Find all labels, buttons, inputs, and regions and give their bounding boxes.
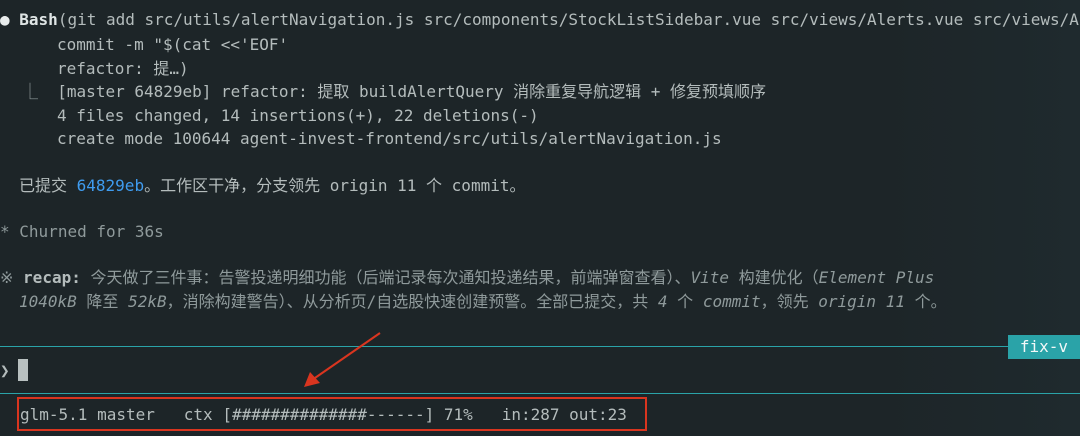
recap-line-2: 1040kB 降至 52kB，消除构建警告）、从分析页/自选股快速创建预警。全部…	[19, 290, 947, 314]
result-text-1: [master 64829eb] refactor: 提取 buildAlert…	[57, 82, 767, 101]
cmd-line-2: refactor: 提…)	[57, 59, 189, 78]
result-line-3: create mode 100644 agent-invest-frontend…	[57, 129, 722, 148]
recap-text-2f: 个	[667, 292, 703, 311]
recap-text-2h: ，领先	[760, 292, 819, 311]
recap-commit-count: 4	[657, 292, 668, 311]
cmd-line-1: commit -m "$(cat <<'EOF'	[57, 35, 289, 54]
committed-suffix: 。工作区干净，分支领先 origin 11 个 commit。	[144, 176, 526, 195]
committed-message: 已提交 64829eb。工作区干净，分支领先 origin 11 个 commi…	[19, 174, 525, 198]
result-line-1: ⎿ [master 64829eb] refactor: 提取 buildAle…	[22, 80, 766, 104]
input-bottom-rule	[0, 393, 1080, 394]
churned-star-icon: *	[0, 222, 10, 241]
churned-text: Churned for 36s	[19, 222, 164, 241]
ctx-label: ctx	[183, 405, 213, 424]
recap-vite: Vite	[690, 268, 730, 287]
ctx-progress-bar: [##############------]	[222, 405, 435, 424]
recap-text-1a: 今天做了三件事：告警投递明细功能（后端记录每次通知投递结果，前端弹窗查看）、	[80, 268, 691, 287]
recap-element-plus: Element Plus	[818, 268, 935, 287]
churned-line: * Churned for 36s	[0, 220, 164, 244]
prompt-chevron-icon: ❯	[0, 361, 10, 380]
recap-label: recap:	[23, 268, 81, 287]
recap-text-2b: 降至	[76, 292, 129, 311]
bash-call-line: ● Bash(git add src/utils/alertNavigation…	[0, 8, 1079, 32]
recap-commit-word: commit	[702, 292, 761, 311]
recap-text-1c: 构建优化（	[729, 268, 819, 287]
recap-size-before: 1040kB	[19, 292, 77, 311]
bullet-icon: ●	[0, 10, 10, 29]
tokens-out: out:23	[569, 405, 627, 424]
ctx-percent: 71%	[443, 405, 473, 424]
result-line-2: 4 files changed, 14 insertions(+), 22 de…	[57, 106, 539, 125]
recap-size-after: 52kB	[128, 292, 167, 311]
tool-args: (git add src/utils/alertNavigation.js sr…	[57, 10, 1079, 29]
tool-name: Bash	[19, 10, 58, 29]
result-branch-icon: ⎿	[22, 82, 39, 101]
recap-text-2d: ，消除构建警告）、从分析页/自选股快速创建预警。全部已提交，共	[166, 292, 658, 311]
recap-icon: ※	[0, 268, 14, 287]
terminal-window: ● Bash(git add src/utils/alertNavigation…	[0, 0, 1080, 436]
model-name: glm-5.1	[20, 405, 88, 424]
annotation-arrow	[304, 332, 381, 387]
recap-line-1: ※ recap: 今天做了三件事：告警投递明细功能（后端记录每次通知投递结果，前…	[0, 266, 934, 290]
recap-text-2j: 个。	[904, 292, 947, 311]
tokens-in: in:287	[501, 405, 560, 424]
prompt-input[interactable]	[18, 359, 28, 381]
recap-origin-count: origin 11	[818, 292, 905, 311]
status-bar: glm-5.1 master ctx [##############------…	[20, 403, 627, 427]
git-branch: master	[97, 405, 155, 424]
committed-prefix: 已提交	[19, 176, 77, 195]
input-top-rule	[0, 346, 1080, 347]
commit-hash: 64829eb	[76, 176, 145, 195]
branch-tag: fix-v	[1007, 335, 1080, 359]
